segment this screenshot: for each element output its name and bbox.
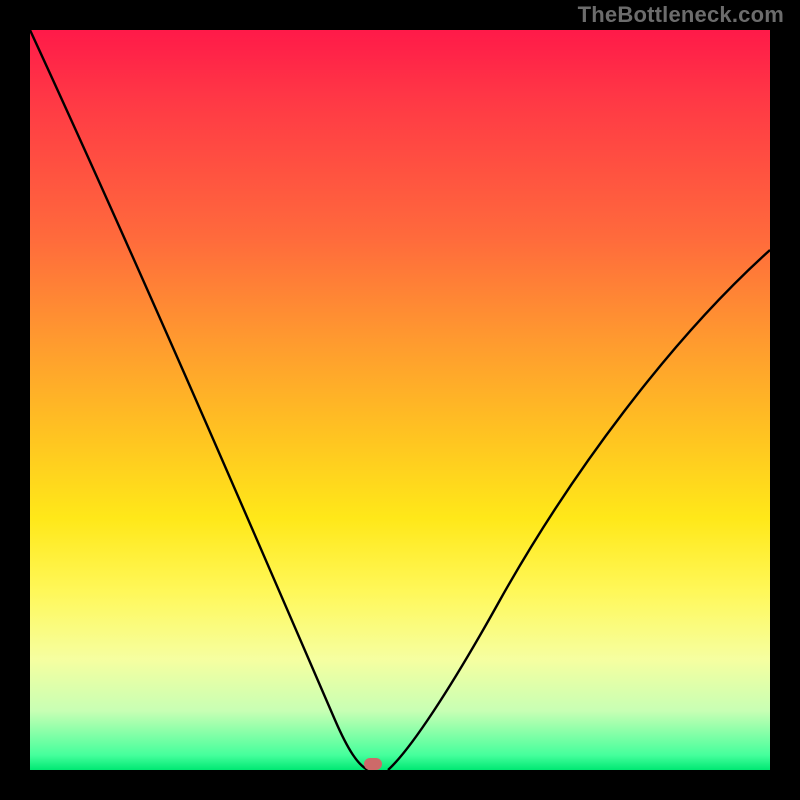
watermark-text: TheBottleneck.com	[578, 2, 784, 28]
plot-area	[30, 30, 770, 770]
chart-frame: TheBottleneck.com	[0, 0, 800, 800]
curve-left-branch	[30, 30, 368, 770]
bottleneck-curve	[30, 30, 770, 770]
optimal-point-marker	[364, 758, 382, 770]
curve-right-branch	[388, 250, 770, 770]
